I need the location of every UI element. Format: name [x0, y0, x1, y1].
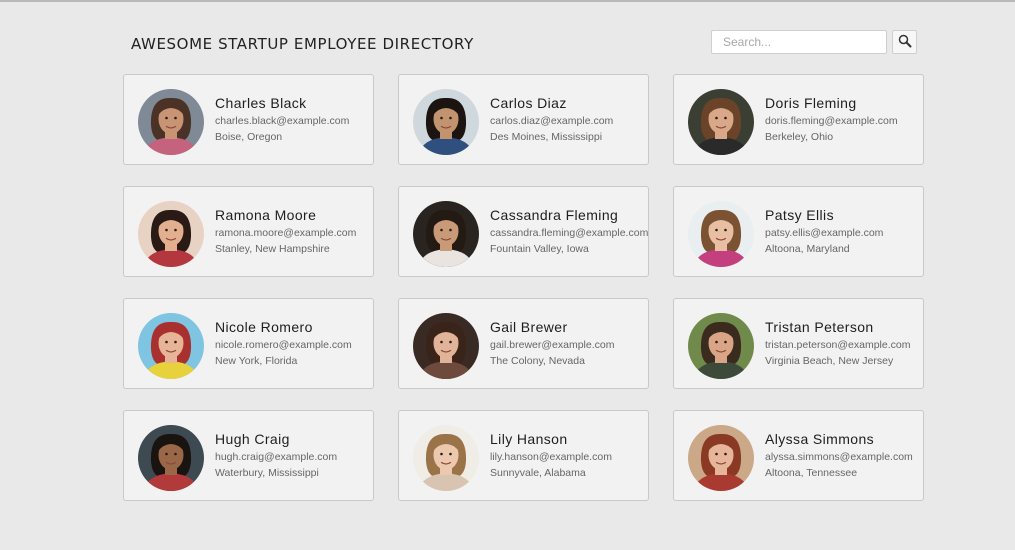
employee-email: gail.brewer@example.com	[490, 339, 615, 351]
employee-card[interactable]: Hugh Craig hugh.craig@example.com Waterb…	[123, 410, 374, 501]
avatar	[688, 89, 754, 155]
employee-email: lily.hanson@example.com	[490, 451, 612, 463]
employee-email: tristan.peterson@example.com	[765, 339, 911, 351]
search-button[interactable]	[892, 30, 917, 54]
employee-card[interactable]: Tristan Peterson tristan.peterson@exampl…	[673, 298, 924, 389]
avatar	[413, 425, 479, 491]
employee-name: Ramona Moore	[215, 207, 317, 223]
employee-info: Lily Hanson lily.hanson@example.com Sunn…	[490, 431, 644, 479]
employee-card[interactable]: Gail Brewer gail.brewer@example.com The …	[398, 298, 649, 389]
employee-name: Gail Brewer	[490, 319, 568, 335]
employee-location: Boise, Oregon	[215, 131, 283, 143]
search-input[interactable]	[711, 30, 887, 54]
employee-name: Tristan Peterson	[765, 319, 874, 335]
employee-card[interactable]: Nicole Romero nicole.romero@example.com …	[123, 298, 374, 389]
employee-location: Sunnyvale, Alabama	[490, 467, 586, 479]
avatar	[138, 89, 204, 155]
employee-email: nicole.romero@example.com	[215, 339, 352, 351]
employee-info: Carlos Diaz carlos.diaz@example.com Des …	[490, 95, 644, 143]
employee-name: Patsy Ellis	[765, 207, 834, 223]
avatar	[138, 201, 204, 267]
avatar	[413, 201, 479, 267]
employee-name: Alyssa Simmons	[765, 431, 875, 447]
employee-location: Waterbury, Mississippi	[215, 467, 319, 479]
employee-info: Tristan Peterson tristan.peterson@exampl…	[765, 319, 919, 367]
employee-card[interactable]: Alyssa Simmons alyssa.simmons@example.co…	[673, 410, 924, 501]
employee-email: doris.fleming@example.com	[765, 115, 898, 127]
employee-location: Fountain Valley, Iowa	[490, 243, 589, 255]
employee-info: Gail Brewer gail.brewer@example.com The …	[490, 319, 644, 367]
employee-card[interactable]: Lily Hanson lily.hanson@example.com Sunn…	[398, 410, 649, 501]
employee-email: hugh.craig@example.com	[215, 451, 338, 463]
employee-location: Stanley, New Hampshire	[215, 243, 330, 255]
avatar	[688, 425, 754, 491]
avatar	[413, 89, 479, 155]
employee-location: The Colony, Nevada	[490, 355, 585, 367]
employee-info: Hugh Craig hugh.craig@example.com Waterb…	[215, 431, 369, 479]
employee-email: patsy.ellis@example.com	[765, 227, 884, 239]
employee-card[interactable]: Doris Fleming doris.fleming@example.com …	[673, 74, 924, 165]
employee-email: cassandra.fleming@example.com	[490, 227, 649, 239]
employee-name: Hugh Craig	[215, 431, 290, 447]
employee-name: Nicole Romero	[215, 319, 313, 335]
employee-card[interactable]: Charles Black charles.black@example.com …	[123, 74, 374, 165]
employee-email: charles.black@example.com	[215, 115, 350, 127]
page-title: AWESOME STARTUP EMPLOYEE DIRECTORY	[131, 35, 474, 53]
employee-info: Nicole Romero nicole.romero@example.com …	[215, 319, 369, 367]
employee-card[interactable]: Ramona Moore ramona.moore@example.com St…	[123, 186, 374, 277]
employee-location: Des Moines, Mississippi	[490, 131, 603, 143]
employee-card[interactable]: Carlos Diaz carlos.diaz@example.com Des …	[398, 74, 649, 165]
employee-info: Ramona Moore ramona.moore@example.com St…	[215, 207, 369, 255]
employee-card[interactable]: Cassandra Fleming cassandra.fleming@exam…	[398, 186, 649, 277]
employee-email: carlos.diaz@example.com	[490, 115, 614, 127]
employee-location: New York, Florida	[215, 355, 298, 367]
employee-email: alyssa.simmons@example.com	[765, 451, 913, 463]
employee-info: Charles Black charles.black@example.com …	[215, 95, 369, 143]
employee-name: Carlos Diaz	[490, 95, 567, 111]
employee-info: Patsy Ellis patsy.ellis@example.com Alto…	[765, 207, 919, 255]
employee-grid: Charles Black charles.black@example.com …	[123, 74, 924, 501]
employee-info: Cassandra Fleming cassandra.fleming@exam…	[490, 207, 649, 255]
employee-name: Doris Fleming	[765, 95, 857, 111]
employee-location: Virginia Beach, New Jersey	[765, 355, 894, 367]
employee-name: Cassandra Fleming	[490, 207, 619, 223]
employee-email: ramona.moore@example.com	[215, 227, 357, 239]
avatar	[138, 313, 204, 379]
employee-card[interactable]: Patsy Ellis patsy.ellis@example.com Alto…	[673, 186, 924, 277]
employee-info: Doris Fleming doris.fleming@example.com …	[765, 95, 919, 143]
employee-name: Charles Black	[215, 95, 307, 111]
avatar	[688, 313, 754, 379]
magnifier-icon	[898, 34, 912, 51]
employee-location: Altoona, Tennessee	[765, 467, 858, 479]
avatar	[413, 313, 479, 379]
employee-location: Altoona, Maryland	[765, 243, 850, 255]
employee-info: Alyssa Simmons alyssa.simmons@example.co…	[765, 431, 919, 479]
avatar	[688, 201, 754, 267]
avatar	[138, 425, 204, 491]
employee-name: Lily Hanson	[490, 431, 568, 447]
employee-location: Berkeley, Ohio	[765, 131, 834, 143]
